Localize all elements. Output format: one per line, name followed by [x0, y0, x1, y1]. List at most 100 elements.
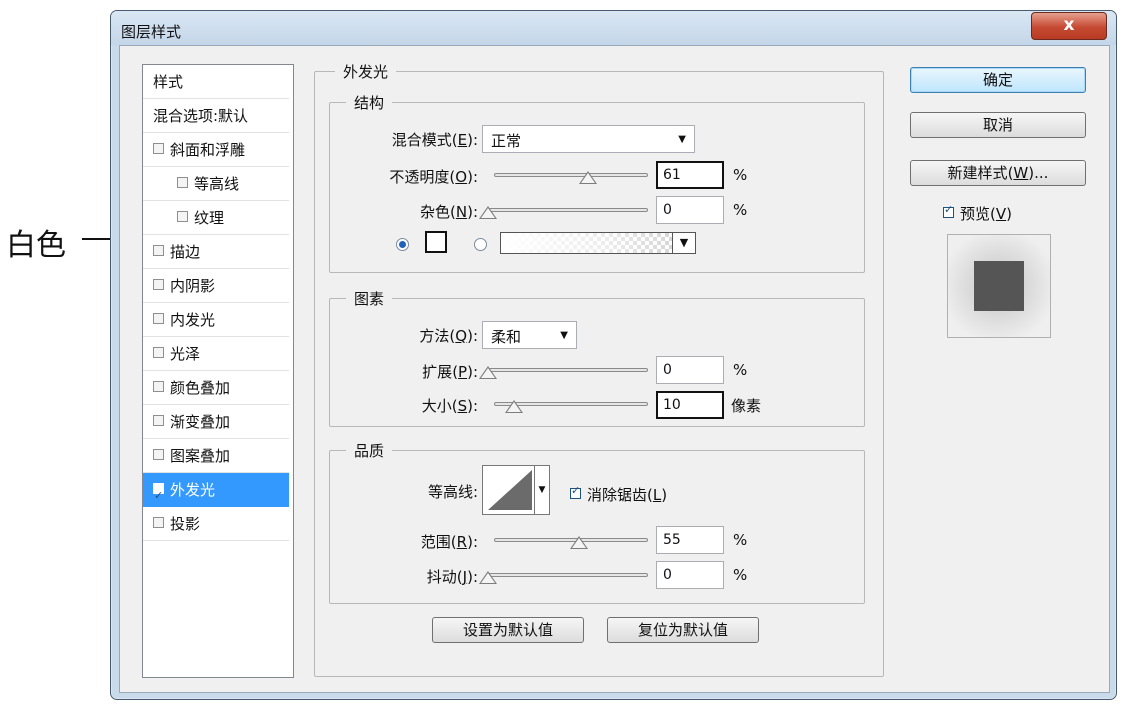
style-list-item-label: 投影: [170, 515, 201, 533]
blend-mode-select[interactable]: 正常 ▼: [482, 125, 695, 153]
window-title: 图层样式: [121, 23, 182, 41]
outer-glow-group: 外发光 结构 混合模式(E): 正常 ▼ 不透明度(O): 61 % 杂色(N)…: [314, 61, 884, 677]
noise-slider[interactable]: [488, 208, 648, 212]
preview-box: [947, 234, 1051, 338]
jitter-slider[interactable]: [488, 573, 648, 577]
solid-color-radio[interactable]: [396, 238, 409, 251]
new-style-button[interactable]: 新建样式(W)...: [910, 160, 1086, 186]
structure-legend: 结构: [346, 92, 393, 113]
style-list-item-label: 等高线: [194, 175, 240, 193]
style-list-item[interactable]: 外发光: [143, 473, 289, 513]
noise-input[interactable]: 0: [656, 196, 724, 224]
spread-unit: %: [733, 361, 748, 379]
style-list-item[interactable]: 内发光: [143, 303, 289, 337]
gradient-picker[interactable]: ▼: [500, 232, 696, 254]
style-list-item[interactable]: 纹理: [143, 201, 289, 235]
size-label: 大小(S):: [421, 397, 478, 415]
checkbox-icon[interactable]: [177, 211, 188, 222]
ok-button[interactable]: 确定: [910, 67, 1086, 93]
range-unit: %: [733, 531, 748, 549]
opacity-unit: %: [733, 166, 748, 184]
style-list: 样式 混合选项:默认 斜面和浮雕等高线纹理 描边内阴影内发光光泽颜色叠加渐变叠加图…: [142, 64, 294, 678]
size-input[interactable]: 10: [656, 391, 724, 419]
close-icon: x: [1063, 15, 1075, 35]
annotation-label: 白色: [6, 228, 66, 263]
size-unit: 像素: [731, 397, 762, 415]
checkbox-icon[interactable]: [153, 313, 164, 324]
range-input[interactable]: 55: [656, 526, 724, 554]
jitter-slider-thumb[interactable]: [479, 571, 497, 584]
range-label: 范围(R):: [420, 533, 478, 551]
quality-group: 品质 等高线: ▼ 消除锯齿(L) 范围(R): 55 % 抖动(J):: [329, 440, 865, 604]
style-list-item[interactable]: 渐变叠加: [143, 405, 289, 439]
contour-picker[interactable]: ▼: [482, 465, 550, 515]
spread-input[interactable]: 0: [656, 356, 724, 384]
style-list-item[interactable]: 内阴影: [143, 269, 289, 303]
gradient-radio[interactable]: [474, 238, 487, 251]
outer-glow-legend: 外发光: [335, 61, 397, 82]
checkbox-icon[interactable]: [153, 347, 164, 358]
checkbox-icon[interactable]: [943, 203, 954, 218]
opacity-input[interactable]: 61: [656, 161, 724, 189]
checkbox-icon[interactable]: [177, 177, 188, 188]
antialias-checkbox[interactable]: 消除锯齿(L): [570, 484, 667, 505]
noise-label: 杂色(N):: [419, 203, 478, 221]
style-list-item[interactable]: 颜色叠加: [143, 371, 289, 405]
close-button[interactable]: x: [1031, 12, 1107, 40]
style-list-item[interactable]: 描边: [143, 235, 289, 269]
style-list-item[interactable]: 光泽: [143, 337, 289, 371]
checkbox-icon[interactable]: [153, 279, 164, 290]
dialog-body: 样式 混合选项:默认 斜面和浮雕 等高线 纹理 描边 内阴影 内发光 光泽 颜色叠加 渐变叠加图…: [119, 45, 1110, 693]
dropdown-arrow-icon[interactable]: ▼: [534, 466, 549, 514]
glow-color-swatch[interactable]: [425, 231, 447, 253]
blend-mode-label: 混合模式(E):: [391, 131, 478, 149]
style-list-item[interactable]: 等高线: [143, 167, 289, 201]
make-default-button[interactable]: 设置为默认值: [432, 617, 584, 643]
range-slider-thumb[interactable]: [569, 536, 588, 549]
opacity-slider[interactable]: [494, 173, 648, 177]
structure-group: 结构 混合模式(E): 正常 ▼ 不透明度(O): 61 % 杂色(N): 0 …: [329, 92, 865, 273]
style-list-item-label: 光泽: [170, 345, 201, 363]
noise-slider-thumb[interactable]: [479, 206, 497, 219]
dropdown-arrow-icon: ▼: [560, 330, 568, 341]
checkbox-icon[interactable]: [153, 381, 164, 392]
technique-value: 柔和: [491, 328, 522, 346]
checkbox-icon[interactable]: [153, 245, 164, 256]
contour-preview-icon: [488, 470, 532, 510]
style-list-item-label: 斜面和浮雕: [170, 141, 246, 159]
spread-label: 扩展(P):: [422, 363, 478, 381]
spread-slider-thumb[interactable]: [479, 366, 497, 379]
contour-label: 等高线:: [427, 483, 478, 501]
jitter-input[interactable]: 0: [656, 561, 724, 589]
style-list-item[interactable]: 斜面和浮雕: [143, 133, 289, 167]
style-list-header[interactable]: 样式: [143, 65, 289, 99]
reset-default-button[interactable]: 复位为默认值: [607, 617, 759, 643]
checkbox-icon[interactable]: [570, 484, 581, 499]
spread-slider[interactable]: [488, 368, 648, 372]
noise-unit: %: [733, 201, 748, 219]
cancel-button[interactable]: 取消: [910, 112, 1086, 138]
style-list-item-label: 内发光: [170, 311, 216, 329]
checkbox-icon[interactable]: [153, 449, 164, 460]
style-list-item[interactable]: 图案叠加: [143, 439, 289, 473]
preview-checkbox[interactable]: 预览(V): [943, 203, 1012, 224]
checkbox-icon[interactable]: [153, 517, 164, 528]
size-slider-thumb[interactable]: [505, 400, 523, 413]
layer-style-dialog: 图层样式 x 样式 混合选项:默认 斜面和浮雕等高线纹理 描边内阴影内发光光泽颜色…: [110, 10, 1117, 700]
title-bar[interactable]: 图层样式 x: [111, 11, 1116, 45]
style-list-item-label: 内阴影: [170, 277, 216, 295]
style-list-item[interactable]: 投影: [143, 507, 289, 541]
quality-legend: 品质: [346, 440, 393, 461]
opacity-label: 不透明度(O):: [389, 168, 478, 186]
dropdown-arrow-icon[interactable]: ▼: [672, 233, 695, 253]
checkbox-icon[interactable]: [153, 143, 164, 154]
elements-group: 图素 方法(Q): 柔和 ▼ 扩展(P): 0 % 大小(S): 10 像素: [329, 288, 865, 427]
checkbox-icon[interactable]: [153, 415, 164, 426]
blending-options-item[interactable]: 混合选项:默认: [143, 99, 289, 133]
jitter-label: 抖动(J):: [426, 568, 478, 586]
opacity-slider-thumb[interactable]: [578, 171, 597, 184]
checkbox-icon[interactable]: [153, 479, 164, 513]
technique-label: 方法(Q):: [419, 327, 478, 345]
technique-select[interactable]: 柔和 ▼: [482, 321, 577, 349]
style-list-item-label: 渐变叠加: [170, 413, 231, 431]
